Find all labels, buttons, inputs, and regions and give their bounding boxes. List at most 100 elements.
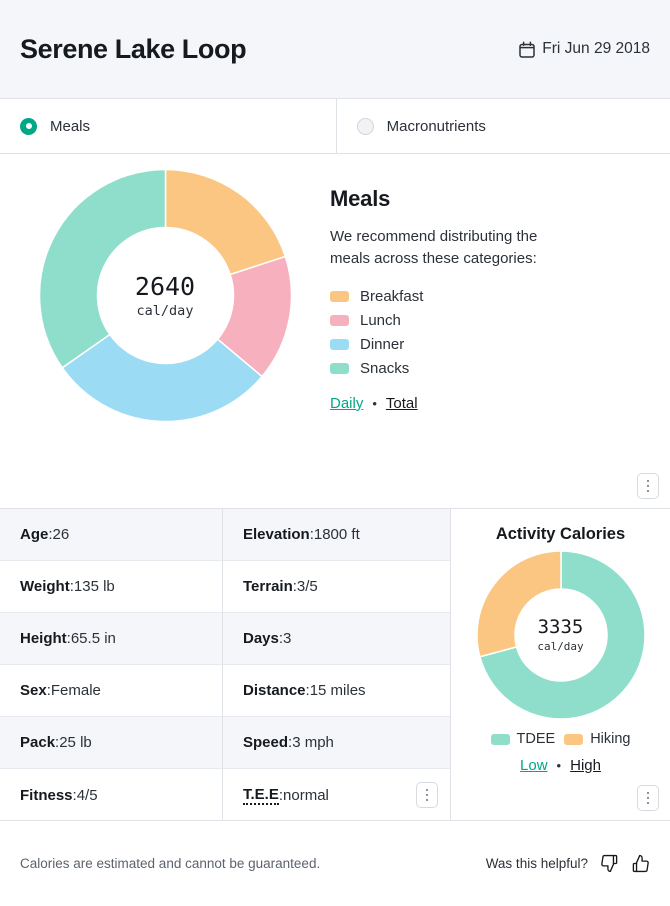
meals-period-links: Daily • Total [330, 395, 670, 412]
meals-panel: 2640 cal/day Meals We recommend distribu… [0, 154, 670, 509]
activity-link-high[interactable]: High [570, 757, 601, 774]
stat-label: Pack [20, 734, 55, 751]
legend-swatch-breakfast-icon [330, 291, 349, 302]
kebab-dot [647, 480, 649, 482]
stat-row-speed: Speed: 3 mph [223, 717, 450, 769]
stat-label: Fitness [20, 787, 73, 804]
legend-item-lunch[interactable]: Lunch [330, 309, 670, 333]
thumbs-down-icon[interactable] [600, 854, 619, 873]
legend-item-snacks[interactable]: Snacks [330, 357, 670, 381]
kebab-dot [647, 485, 649, 487]
disclaimer-text: Calories are estimated and cannot be gua… [20, 856, 320, 871]
legend-label: Dinner [360, 336, 404, 353]
activity-legend-item-tdee[interactable]: TDEE [491, 731, 556, 747]
stat-label: Terrain [243, 578, 293, 595]
stat-value: normal [283, 787, 329, 804]
stat-value: 15 miles [310, 682, 366, 699]
stat-row-fitness: Fitness: 4/5 [0, 769, 222, 821]
stat-row-sex: Sex: Female [0, 665, 222, 717]
donut-slice-hiking[interactable] [477, 551, 561, 657]
stat-label: Weight [20, 578, 70, 595]
stat-label: T.E.E [243, 786, 279, 805]
stat-label: Days [243, 630, 279, 647]
donut-slice-snacks[interactable] [39, 170, 165, 368]
activity-title: Activity Calories [496, 525, 625, 544]
activity-legend-swatch-tdee-icon [491, 734, 510, 745]
activity-donut-svg [476, 550, 646, 720]
stat-value: 26 [53, 526, 70, 543]
stat-value: 4/5 [77, 787, 98, 804]
meals-menu-button[interactable] [637, 473, 659, 499]
legend-item-dinner[interactable]: Dinner [330, 333, 670, 357]
legend-item-breakfast[interactable]: Breakfast [330, 285, 670, 309]
stat-value: 135 lb [74, 578, 115, 595]
stat-value: 65.5 in [71, 630, 116, 647]
stat-row-distance: Distance: 15 miles [223, 665, 450, 717]
activity-donut-chart[interactable]: 3335 cal/day [476, 550, 646, 720]
meals-legend: Breakfast Lunch Dinner Snacks [330, 285, 670, 381]
meals-donut-svg [38, 168, 293, 423]
tee-menu-button[interactable] [416, 782, 438, 808]
meals-chart-container: 2640 cal/day [0, 154, 330, 423]
tab-meals[interactable]: Meals [0, 99, 336, 153]
meals-link-daily[interactable]: Daily [330, 395, 363, 412]
tab-macronutrients-label: Macronutrients [387, 118, 486, 135]
tab-meals-label: Meals [50, 118, 90, 135]
stat-label: Distance [243, 682, 306, 699]
stat-label: Sex [20, 682, 47, 699]
kebab-dot [426, 799, 428, 801]
stat-row-pack: Pack: 25 lb [0, 717, 222, 769]
stat-label: Elevation [243, 526, 310, 543]
legend-swatch-lunch-icon [330, 315, 349, 326]
stat-row-height: Height: 65.5 in [0, 613, 222, 665]
activity-menu-button[interactable] [637, 785, 659, 811]
meals-info: Meals We recommend distributing the meal… [330, 154, 670, 412]
activity-link-low[interactable]: Low [520, 757, 548, 774]
stat-value: 25 lb [59, 734, 92, 751]
stat-row-elevation: Elevation: 1800 ft [223, 509, 450, 561]
activity-legend: TDEE Hiking [491, 731, 631, 747]
kebab-dot [647, 797, 649, 799]
thumbs-up-icon[interactable] [631, 854, 650, 873]
tab-macronutrients[interactable]: Macronutrients [336, 99, 670, 153]
donut-slice-breakfast[interactable] [165, 170, 285, 275]
legend-label: Snacks [360, 360, 409, 377]
stat-value: 3/5 [297, 578, 318, 595]
stat-row-age: Age: 26 [0, 509, 222, 561]
legend-swatch-dinner-icon [330, 339, 349, 350]
stats-column-left: Age: 26Weight: 135 lbHeight: 65.5 inSex:… [0, 509, 222, 820]
stat-row-weight: Weight: 135 lb [0, 561, 222, 613]
details-section: Age: 26Weight: 135 lbHeight: 65.5 inSex:… [0, 509, 670, 821]
legend-label: Breakfast [360, 288, 423, 305]
page-header: Serene Lake Loop Fri Jun 29 2018 [0, 0, 670, 98]
nutrition-report-page: Serene Lake Loop Fri Jun 29 2018 Meals M… [0, 0, 670, 906]
page-footer: Calories are estimated and cannot be gua… [0, 821, 670, 906]
meals-link-total[interactable]: Total [386, 395, 418, 412]
activity-link-separator: • [557, 758, 562, 773]
stats-column-right: Elevation: 1800 ftTerrain: 3/5Days: 3Dis… [222, 509, 450, 820]
activity-intensity-links: Low • High [520, 757, 601, 774]
stat-row-tee: T.E.E: normal [223, 769, 450, 821]
stat-value: Female [51, 682, 101, 699]
meals-donut-chart[interactable]: 2640 cal/day [38, 168, 293, 423]
stat-value: 1800 ft [314, 526, 360, 543]
stat-label: Age [20, 526, 48, 543]
meals-description: We recommend distributing the meals acro… [330, 226, 570, 270]
feedback-prompt: Was this helpful? [486, 856, 588, 871]
view-tabs: Meals Macronutrients [0, 98, 670, 154]
stat-value: 3 [283, 630, 291, 647]
radio-unselected-icon [357, 118, 374, 135]
kebab-dot [647, 490, 649, 492]
legend-label: Lunch [360, 312, 401, 329]
activity-legend-swatch-hiking-icon [564, 734, 583, 745]
activity-legend-item-hiking[interactable]: Hiking [564, 731, 630, 747]
kebab-dot [647, 802, 649, 804]
stat-label: Speed [243, 734, 288, 751]
calendar-icon [519, 41, 535, 58]
stat-row-terrain: Terrain: 3/5 [223, 561, 450, 613]
legend-swatch-snacks-icon [330, 363, 349, 374]
kebab-dot [647, 792, 649, 794]
feedback-group: Was this helpful? [486, 854, 650, 873]
meals-heading: Meals [330, 186, 670, 212]
activity-legend-label: TDEE [517, 731, 556, 747]
